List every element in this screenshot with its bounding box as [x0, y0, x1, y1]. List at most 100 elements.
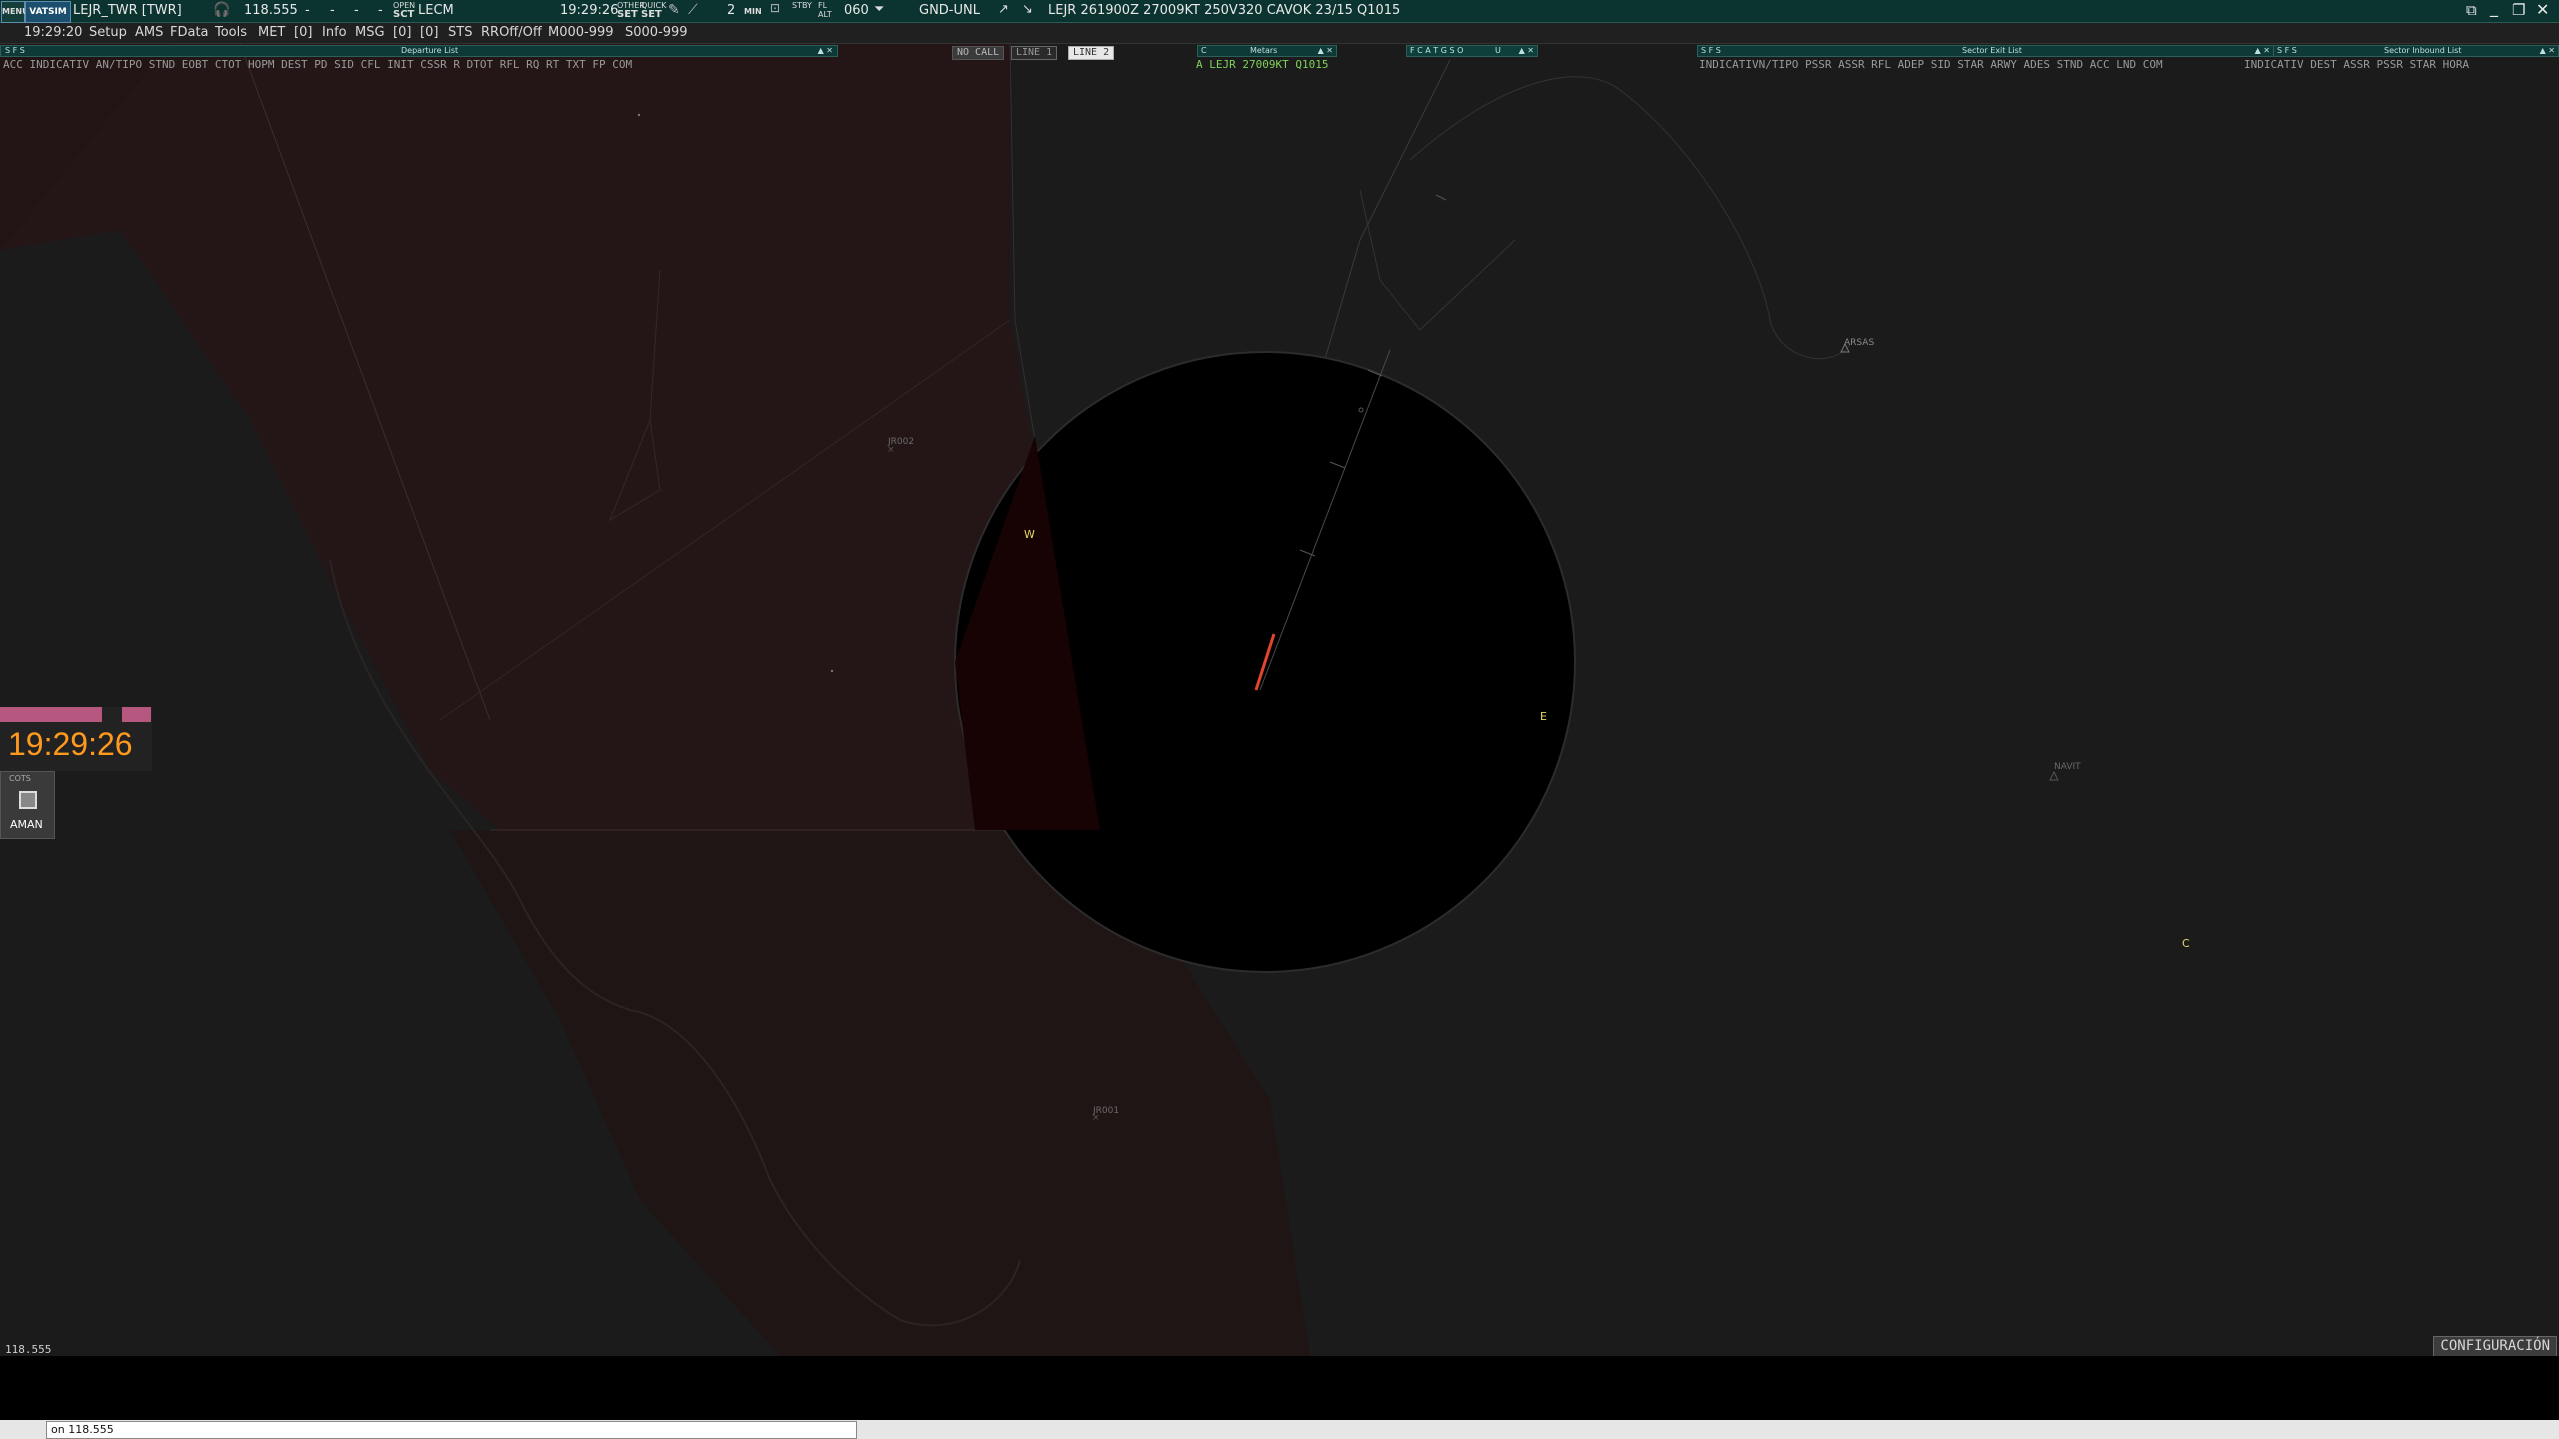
metars-marker: C — [1201, 46, 1207, 55]
alt-label: ALT — [818, 10, 832, 19]
fix-label-jr001[interactable]: JR001 — [1093, 1106, 1119, 1116]
sector-inbound-columns[interactable]: INDICATIV DEST ASSR PSSR STAR HORA — [2244, 58, 2469, 71]
menu-bar: 19:29:20 Setup AMS FData Tools MET [0] I… — [0, 23, 2559, 44]
vatsim-logo-button[interactable]: VATSIM — [25, 1, 71, 23]
menu-item-met[interactable]: MET — [258, 25, 285, 40]
menu-item-msg[interactable]: MSG — [355, 25, 385, 40]
configuration-button[interactable]: CONFIGURACIÓN — [2433, 1336, 2557, 1357]
top-toolbar: MENU VATSIM LEJR_TWR [TWR] 🎧 118.555 - -… — [0, 0, 2559, 23]
menu-item-ams[interactable]: AMS — [135, 25, 163, 40]
aman-button[interactable]: COTS AMAN — [0, 771, 55, 839]
menu-item-squawk-filter[interactable]: S000-999 — [625, 25, 688, 40]
wind-icon[interactable]: ↗ — [998, 2, 1009, 17]
status-bar-2 — [122, 707, 151, 722]
menu-item-tools[interactable]: Tools — [215, 25, 247, 40]
departure-list-close-icon[interactable]: ▲ ✕ — [818, 46, 833, 56]
sector-inbound-list-header[interactable]: S F S Sector Inbound List ▲ ✕ — [2273, 45, 2559, 57]
close-icon[interactable]: ✕ — [2536, 0, 2549, 19]
dash-1: - — [305, 3, 310, 18]
aman-checkbox-icon[interactable] — [19, 791, 37, 809]
flags-window-header[interactable]: F C A T G S O U ▲ ✕ — [1406, 45, 1538, 57]
menu-item-met-count[interactable]: [0] — [294, 25, 312, 40]
departure-list-header[interactable]: S F S Departure List ▲ ✕ — [0, 45, 838, 57]
sector-inbound-title: Sector Inbound List — [2384, 46, 2462, 55]
menu-item-mode-filter[interactable]: M000-999 — [548, 25, 614, 40]
message-area — [0, 1356, 2559, 1420]
sector-exit-columns[interactable]: INDICATIVN/TIPO PSSR ASSR RFL ADEP SID S… — [1699, 58, 2163, 71]
metars-window-header[interactable]: C Metars ▲ ✕ — [1197, 45, 1337, 57]
radar-map[interactable]: × × — [0, 0, 2559, 1439]
frequency-readout: 118.555 — [5, 1343, 52, 1356]
departure-list-columns[interactable]: ACC INDICATIV AN/TIPO STND EOBT CTOT HOP… — [3, 58, 632, 71]
dash-4: - — [378, 3, 383, 18]
draw-tool-icon[interactable]: ✎ — [668, 2, 680, 18]
sector-exit-close-icon[interactable]: ▲ ✕ — [2255, 46, 2270, 56]
map-label-e: E — [1540, 710, 1547, 723]
point-marker — [637, 113, 641, 117]
sector-exit-filters[interactable]: S F S — [1701, 46, 1721, 56]
stby-label: STBY — [792, 1, 812, 10]
aman-label: AMAN — [10, 818, 43, 831]
filter-icon[interactable]: ⏷ — [874, 2, 884, 17]
metar-icon[interactable]: ↘ — [1022, 2, 1033, 17]
departure-list-filters[interactable]: S F S — [5, 46, 25, 56]
metar-display[interactable]: LEJR 261900Z 27009KT 250V320 CAVOK 23/15… — [1048, 3, 1400, 18]
departure-list-title: Departure List — [401, 46, 459, 55]
maximize-icon[interactable]: ❐ — [2512, 1, 2525, 19]
open-sct-block[interactable]: OPEN SCT — [393, 1, 415, 20]
set-label-2: SET — [641, 9, 662, 20]
menu-item-setup[interactable]: Setup — [89, 25, 127, 40]
dash-2: - — [330, 3, 335, 18]
clock-display: 19:29:26 — [8, 726, 133, 762]
topbar-clock: 19:29:26 — [560, 3, 619, 18]
sector-name[interactable]: LECM — [418, 3, 454, 18]
menu-button[interactable]: MENU — [1, 1, 29, 23]
heading-value[interactable]: 060 — [844, 3, 869, 18]
position-label[interactable]: LEJR_TWR [TWR] — [73, 3, 182, 18]
point-marker-2 — [830, 669, 834, 673]
fl-alt-button[interactable]: FL ALT — [818, 1, 832, 19]
cots-label: COTS — [9, 774, 31, 783]
flags-letters[interactable]: F C A T G S O — [1410, 46, 1463, 56]
fix-label-arsas[interactable]: ARSAS — [1844, 338, 1874, 348]
tab-line-1[interactable]: LINE 1 — [1011, 46, 1058, 60]
menu-item-fdata[interactable]: FData — [170, 25, 209, 40]
stby-button[interactable]: STBY — [792, 1, 812, 10]
quick-set-button[interactable]: QUICK SET — [641, 1, 666, 20]
metars-close-icon[interactable]: ▲ ✕ — [1318, 46, 1333, 56]
menu-item-rroff[interactable]: RROff/Off — [481, 25, 542, 40]
tab-line-2[interactable]: LINE 2 — [1068, 46, 1115, 60]
sector-inbound-filters[interactable]: S F S — [2277, 46, 2297, 56]
dash-3: - — [354, 3, 359, 18]
level-filter[interactable]: GND-UNL — [919, 3, 980, 18]
frequency-display[interactable]: 118.555 — [244, 3, 298, 18]
status-bar-1 — [0, 707, 102, 722]
sector-exit-title: Sector Exit List — [1962, 46, 2022, 55]
menu-clock: 19:29:20 — [24, 25, 83, 40]
flags-close-icon[interactable]: ▲ ✕ — [1519, 46, 1534, 56]
menu-item-info[interactable]: Info — [322, 25, 347, 40]
minimize-icon[interactable]: _ — [2490, 0, 2498, 17]
tab-no-call[interactable]: NO CALL — [952, 46, 1005, 60]
menu-item-msg-count[interactable]: [0] — [393, 25, 411, 40]
metars-title: Metars — [1250, 46, 1278, 55]
radar-screen[interactable]: × × W E C ARSAS NAVIT JR002 JR001 MENU V… — [0, 0, 2559, 1439]
map-label-w: W — [1024, 528, 1035, 541]
sector-inbound-close-icon[interactable]: ▲ ✕ — [2540, 46, 2555, 56]
min-label[interactable]: MIN — [744, 7, 762, 16]
menu-item-count-2[interactable]: [0] — [420, 25, 438, 40]
sector-exit-list-header[interactable]: S F S Sector Exit List ▲ ✕ — [1697, 45, 2274, 57]
flags-u[interactable]: U — [1495, 46, 1501, 56]
fl-label: FL — [818, 1, 828, 10]
menu-item-sts[interactable]: STS — [448, 25, 472, 40]
stby-toggle-icon[interactable]: ⊡ — [770, 1, 780, 15]
window-restore-icon[interactable]: ⧉ — [2466, 1, 2477, 19]
fix-label-jr002[interactable]: JR002 — [888, 437, 914, 447]
map-label-c: C — [2182, 937, 2190, 950]
fix-label-navit[interactable]: NAVIT — [2054, 762, 2081, 772]
headset-icon[interactable]: 🎧 — [213, 2, 230, 18]
min-count: 2 — [727, 3, 736, 18]
metars-entry[interactable]: A LEJR 27009KT Q1015 — [1196, 58, 1328, 71]
ruler-tool-icon[interactable]: ⟋ — [688, 2, 698, 18]
command-input[interactable]: on 118.555 — [46, 1421, 857, 1439]
